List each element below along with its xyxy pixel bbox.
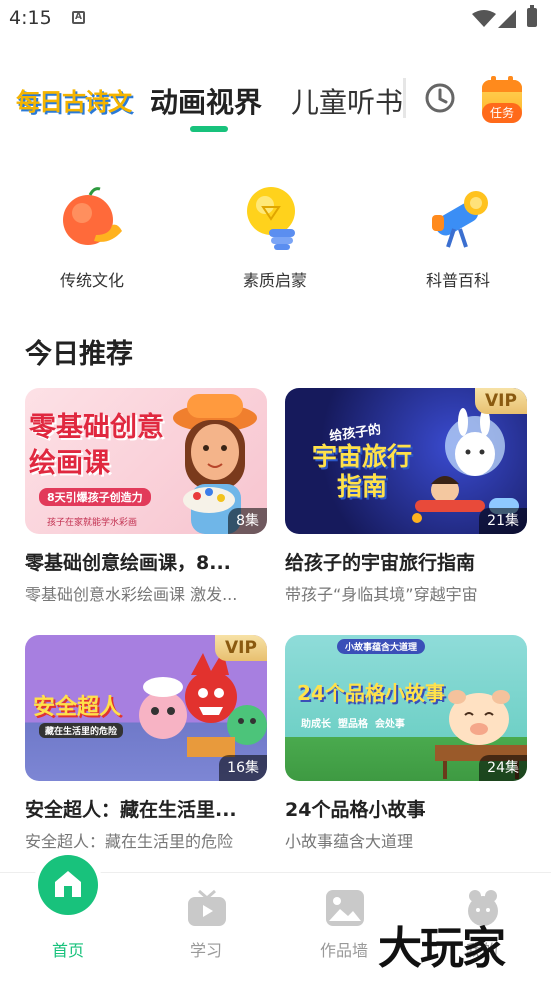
battery-icon	[527, 5, 537, 27]
calendar-pin	[508, 76, 513, 85]
status-time: 4:15	[9, 7, 52, 29]
nav-home[interactable]: 首页	[18, 855, 118, 973]
vip-badge: VIP	[215, 635, 267, 661]
thumbnail-subtitle: 小故事蕴含大道理	[337, 639, 426, 654]
category-row: 传统文化 素质启蒙 科普百科	[0, 185, 551, 295]
orange-fruit-icon	[63, 187, 122, 245]
episode-count-badge: 21集	[479, 508, 527, 534]
watermark: 大玩家	[378, 923, 506, 974]
vip-badge: VIP	[475, 388, 527, 414]
cellular-signal-icon	[498, 10, 516, 28]
thumbnail-note: 助成长 塑品格 会处事	[301, 719, 405, 730]
course-description: 零基础创意水彩绘画课 激发...	[25, 585, 238, 604]
tab-divider	[403, 78, 406, 118]
category-science-encyclopedia[interactable]: 科普百科	[398, 185, 518, 290]
course-title: 24个品格小故事	[285, 799, 426, 821]
tv-icon	[188, 889, 226, 926]
section-title: 今日推荐	[25, 339, 133, 370]
course-description: 带孩子“身临其境”穿越宇宙	[285, 585, 478, 604]
nav-study[interactable]: 学习	[156, 873, 256, 973]
course-description: 小故事蕴含大道理	[285, 832, 414, 851]
thumbnail-note: 孩子在家就能学水彩画	[47, 518, 138, 528]
thumbnail-title: 安全超人	[33, 695, 122, 720]
course-title: 给孩子的宇宙旅行指南	[285, 552, 476, 574]
course-card[interactable]: 零基础创意 绘画课 8天引爆孩子创造力 孩子在家就能学水彩画 8集 零基础创意绘…	[25, 388, 267, 608]
lightbulb-icon	[247, 187, 295, 250]
picture-icon	[326, 890, 364, 926]
thumbnail-title: 24个品格小故事	[297, 681, 445, 705]
history-clock-icon[interactable]	[424, 82, 456, 114]
course-title: 安全超人：藏在生活里...	[25, 799, 237, 821]
episode-count-badge: 24集	[479, 755, 527, 781]
episode-count-badge: 8集	[228, 508, 267, 534]
wifi-icon	[472, 10, 496, 27]
notification-icon: A	[72, 11, 85, 24]
top-tab-bar: 每日古诗文 动画视界 儿童听书 任务	[0, 68, 551, 138]
thumbnail-subtitle: 藏在生活里的危险	[39, 723, 124, 738]
course-card[interactable]: 小故事蕴含大道理 24个品格小故事 助成长 塑品格 会处事 24集 24个品格小…	[285, 635, 527, 855]
tab-animation[interactable]: 动画视界	[150, 81, 262, 121]
category-label: 传统文化	[59, 271, 124, 290]
course-card[interactable]: 给孩子的 宇宙旅行 指南 VIP 21集 给孩子的宇宙旅行指南 带孩子“身临其境…	[285, 388, 527, 608]
category-label: 科普百科	[425, 271, 490, 290]
course-description: 安全超人：藏在生活里的危险	[25, 832, 234, 851]
status-bar: 4:15 A	[0, 0, 551, 40]
home-icon	[55, 871, 81, 897]
nav-label: 学习	[189, 941, 222, 960]
thumbnail-subtitle: 给孩子的	[328, 422, 383, 445]
tab-daily-poetry[interactable]: 每日古诗文	[16, 82, 132, 117]
calendar-pin	[491, 76, 496, 85]
course-title: 零基础创意绘画课，8...	[25, 552, 231, 574]
category-label: 素质启蒙	[242, 271, 307, 290]
category-traditional-culture[interactable]: 传统文化	[32, 185, 152, 290]
nav-label: 首页	[51, 941, 84, 960]
telescope-icon	[432, 191, 488, 248]
thumbnail-title: 零基础创意 绘画课	[29, 412, 164, 479]
active-tab-indicator	[190, 126, 228, 132]
category-quality-enlightenment[interactable]: 素质启蒙	[215, 185, 335, 290]
tab-children-audiobooks[interactable]: 儿童听书	[291, 81, 403, 121]
course-card[interactable]: 安全超人 藏在生活里的危险 VIP 16集 安全超人：藏在生活里... 安全超人…	[25, 635, 267, 855]
episode-count-badge: 16集	[219, 755, 267, 781]
task-button[interactable]: 任务	[478, 76, 526, 124]
task-label: 任务	[482, 103, 522, 123]
thumbnail-subtitle: 8天引爆孩子创造力	[39, 488, 151, 506]
calendar-header	[482, 80, 522, 92]
